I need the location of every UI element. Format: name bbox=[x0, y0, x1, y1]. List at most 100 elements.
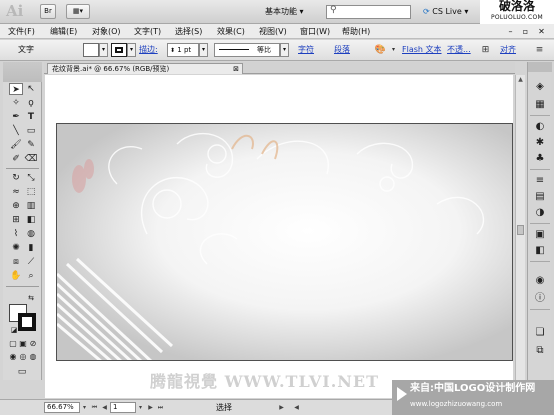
symbols-icon[interactable]: ♣ bbox=[533, 152, 547, 165]
previous-artboard-icon[interactable]: ◀ bbox=[100, 402, 109, 413]
restore-icon[interactable]: ▫ bbox=[519, 26, 532, 37]
default-colors-icon[interactable]: ◪ bbox=[7, 324, 21, 336]
layers-icon[interactable]: ❏ bbox=[533, 326, 547, 339]
stroke-panel-icon[interactable]: ≡ bbox=[533, 174, 547, 187]
eyedropper-tool-icon[interactable]: ⌇ bbox=[9, 228, 23, 240]
paintbrush-tool-icon[interactable]: 🖌 bbox=[9, 139, 23, 151]
profile-dropdown[interactable]: ▾ bbox=[280, 43, 289, 57]
lasso-tool-icon[interactable]: ϙ bbox=[24, 97, 38, 109]
align-icon[interactable]: ⊞ bbox=[479, 44, 492, 56]
appearance-icon[interactable]: ▣ bbox=[533, 228, 547, 241]
swap-colors-icon[interactable]: ⇆ bbox=[24, 292, 38, 304]
next-artboard-icon[interactable]: ▶ bbox=[146, 402, 155, 413]
zoom-tool-icon[interactable]: ⌕ bbox=[24, 270, 38, 282]
close-icon[interactable]: ⊠ bbox=[233, 64, 239, 74]
brushes-icon[interactable]: ✱ bbox=[533, 136, 547, 149]
character-panel-link[interactable]: 字符 bbox=[298, 44, 314, 56]
vertical-scrollbar[interactable]: ▲ ▼ bbox=[515, 75, 525, 398]
scale-tool-icon[interactable]: ⤡ bbox=[24, 172, 38, 184]
bridge-button[interactable]: Br bbox=[40, 4, 56, 19]
variable-width-profile[interactable]: 等比 bbox=[214, 43, 280, 57]
pen-tool-icon[interactable]: ✒ bbox=[9, 111, 23, 123]
scroll-left-icon[interactable]: ◀ bbox=[292, 402, 301, 413]
dock-grip[interactable] bbox=[528, 62, 552, 72]
pencil-tool-icon[interactable]: ✎ bbox=[24, 139, 38, 151]
panel-menu-icon[interactable]: ≡ bbox=[533, 44, 546, 56]
arrange-documents-button[interactable]: ▦▾ bbox=[66, 4, 90, 19]
paragraph-panel-link[interactable]: 段落 bbox=[334, 44, 350, 56]
color-guide-icon[interactable]: ◈ bbox=[533, 80, 547, 93]
fill-dropdown[interactable]: ▾ bbox=[99, 43, 108, 57]
search-help-input[interactable]: ⚲ bbox=[326, 5, 411, 19]
menu-edit[interactable]: 编辑(E) bbox=[50, 26, 77, 37]
last-artboard-icon[interactable]: ⏭ bbox=[156, 402, 165, 413]
selection-tool-icon[interactable]: ➤ bbox=[9, 83, 23, 95]
none-mode-icon[interactable]: ⊘ bbox=[26, 338, 40, 350]
free-transform-tool-icon[interactable]: ⬚ bbox=[24, 186, 38, 198]
transparency-icon[interactable]: ◑ bbox=[533, 206, 547, 219]
hand-tool-icon[interactable]: ✋ bbox=[9, 270, 23, 282]
graphic-styles-icon[interactable]: ◧ bbox=[533, 244, 547, 257]
artboard[interactable] bbox=[56, 123, 513, 361]
menu-select[interactable]: 选择(S) bbox=[175, 26, 202, 37]
blob-brush-tool-icon[interactable]: ✐ bbox=[9, 153, 23, 165]
flash-text-link[interactable]: Flash 文本 bbox=[402, 44, 442, 56]
screen-mode-icon[interactable]: ▭ bbox=[15, 366, 29, 378]
artboard-number-field[interactable]: 1 bbox=[110, 402, 136, 413]
type-tool-icon[interactable]: T bbox=[24, 111, 38, 123]
first-artboard-icon[interactable]: ⏮ bbox=[90, 402, 99, 413]
align-panel-link[interactable]: 对齐 bbox=[500, 44, 516, 56]
shape-builder-tool-icon[interactable]: ⊕ bbox=[9, 200, 23, 212]
tools-panel-grip[interactable] bbox=[3, 62, 42, 82]
eraser-tool-icon[interactable]: ⌫ bbox=[24, 153, 38, 165]
gradient-tool-icon[interactable]: ◧ bbox=[24, 214, 38, 226]
width-tool-icon[interactable]: ≈ bbox=[9, 186, 23, 198]
stroke-weight-field[interactable]: ⬍ 1 pt bbox=[167, 43, 199, 57]
stroke-color-swatch[interactable] bbox=[111, 43, 127, 57]
scrollbar-thumb[interactable] bbox=[517, 225, 524, 235]
symbol-sprayer-tool-icon[interactable]: ✺ bbox=[9, 242, 23, 254]
stroke-panel-link[interactable]: 描边: bbox=[139, 44, 158, 56]
scroll-up-icon[interactable]: ▲ bbox=[516, 75, 525, 84]
minimize-icon[interactable]: – bbox=[504, 26, 517, 37]
menu-window[interactable]: 窗口(W) bbox=[300, 26, 330, 37]
direct-selection-tool-icon[interactable]: ↖ bbox=[24, 83, 38, 95]
info-icon[interactable]: ⓘ bbox=[533, 292, 547, 305]
chevron-down-icon[interactable]: ▾ bbox=[80, 402, 89, 413]
opacity-link[interactable]: 不透... bbox=[447, 44, 471, 56]
menu-effect[interactable]: 效果(C) bbox=[217, 26, 245, 37]
swatches-icon[interactable]: ▦ bbox=[533, 98, 547, 111]
chevron-down-icon[interactable]: ▾ bbox=[136, 402, 145, 413]
magic-wand-tool-icon[interactable]: ✧ bbox=[9, 97, 23, 109]
draw-inside-icon[interactable]: ◍ bbox=[26, 351, 40, 363]
close-icon[interactable]: ✕ bbox=[535, 26, 548, 37]
artboard-tool-icon[interactable]: ⧈ bbox=[9, 256, 23, 268]
recolor-artwork-icon[interactable]: 🎨 bbox=[374, 44, 387, 56]
artboards-icon[interactable]: ⧉ bbox=[533, 344, 547, 357]
chevron-down-icon[interactable]: ▾ bbox=[387, 44, 400, 56]
line-tool-icon[interactable]: ╲ bbox=[9, 125, 23, 137]
blend-tool-icon[interactable]: ◍ bbox=[24, 228, 38, 240]
stroke-dropdown[interactable]: ▾ bbox=[127, 43, 136, 57]
perspective-grid-tool-icon[interactable]: ▥ bbox=[24, 200, 38, 212]
menu-file[interactable]: 文件(F) bbox=[8, 26, 35, 37]
mesh-tool-icon[interactable]: ⊞ bbox=[9, 214, 23, 226]
rectangle-tool-icon[interactable]: ▭ bbox=[24, 125, 38, 137]
slice-tool-icon[interactable]: ⟋ bbox=[24, 256, 38, 268]
stroke-weight-dropdown[interactable]: ▾ bbox=[199, 43, 208, 57]
fill-color-swatch[interactable] bbox=[83, 43, 99, 57]
cs-live-button[interactable]: ⟳ CS Live ▾ bbox=[423, 5, 468, 18]
workspace-switcher[interactable]: 基本功能 ▾ bbox=[265, 4, 323, 19]
rotate-tool-icon[interactable]: ↻ bbox=[9, 172, 23, 184]
menu-object[interactable]: 对象(O) bbox=[92, 26, 121, 37]
zoom-field[interactable]: 66.67% bbox=[44, 402, 80, 413]
navigator-icon[interactable]: ◉ bbox=[533, 274, 547, 287]
gradient-panel-icon[interactable]: ▤ bbox=[533, 190, 547, 203]
document-tab[interactable]: 花纹背景.ai* @ 66.67% (RGB/预览) ⊠ bbox=[47, 63, 243, 74]
menu-type[interactable]: 文字(T) bbox=[134, 26, 161, 37]
menu-help[interactable]: 帮助(H) bbox=[342, 26, 370, 37]
color-panel-icon[interactable]: ◐ bbox=[533, 120, 547, 133]
status-menu-icon[interactable]: ▶ bbox=[277, 402, 286, 413]
menu-view[interactable]: 视图(V) bbox=[259, 26, 287, 37]
column-graph-tool-icon[interactable]: ▮ bbox=[24, 242, 38, 254]
